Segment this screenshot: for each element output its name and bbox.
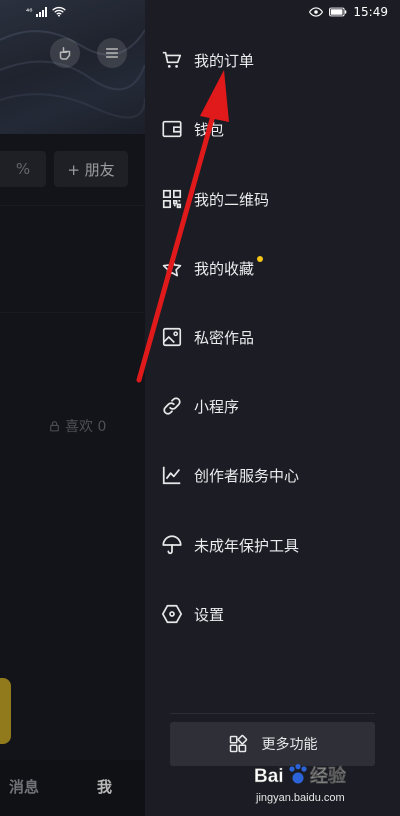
drawer-scrim[interactable] (0, 0, 145, 816)
wifi-icon (52, 6, 66, 17)
watermark-url: jingyan.baidu.com (256, 792, 345, 804)
chart-icon (162, 466, 181, 485)
image-icon (162, 327, 182, 347)
menu-item-private-works[interactable]: 私密作品 (145, 312, 400, 362)
clock: 15:49 (353, 5, 388, 19)
status-left: ⁴⁶ (26, 6, 66, 17)
star-icon (162, 258, 182, 277)
eye-icon (309, 7, 324, 17)
battery-icon (329, 7, 347, 17)
grid-apps-icon (229, 734, 247, 753)
menu-label-settings: 设置 (194, 605, 225, 624)
svg-text:经验: 经验 (310, 765, 347, 787)
menu-label-minor-protection: 未成年保护工具 (194, 536, 300, 555)
menu-label-wallet: 钱包 (194, 120, 225, 139)
side-drawer: 我的订单 钱包 我的二维码 我的收藏 私密作品 小程序 创作者服务中心 未成年保… (145, 0, 400, 816)
umbrella-icon (162, 535, 182, 555)
more-features-label: 更多功能 (261, 737, 318, 753)
status-right: 15:49 (309, 5, 388, 19)
menu-item-orders[interactable]: 我的订单 (145, 35, 400, 85)
cart-icon (162, 51, 182, 68)
baidu-logo: Bai 经验 (254, 764, 347, 787)
qrcode-icon (162, 189, 182, 209)
drawer-divider (170, 713, 375, 714)
hexagon-settings-icon (161, 604, 183, 624)
new-badge-dot (257, 256, 263, 262)
menu-label-private-works: 私密作品 (194, 328, 255, 347)
menu-item-mini-programs[interactable]: 小程序 (145, 381, 400, 431)
profile-page-background: % + 朋友 喜欢 0 消息 我 (0, 0, 145, 816)
menu-label-creator-center: 创作者服务中心 (194, 466, 300, 485)
signal-icon (36, 6, 48, 17)
baidu-jingyan-watermark: Bai 经验 jingyan.baidu.com (252, 760, 392, 810)
menu-item-minor-protection[interactable]: 未成年保护工具 (145, 520, 400, 570)
svg-text:Bai: Bai (254, 766, 284, 787)
menu-item-settings[interactable]: 设置 (145, 589, 400, 639)
menu-item-wallet[interactable]: 钱包 (145, 104, 400, 154)
network-type: ⁴⁶ (26, 7, 33, 16)
link-icon (163, 397, 181, 415)
menu-label-favorites: 我的收藏 (194, 259, 255, 278)
menu-item-favorites[interactable]: 我的收藏 (145, 243, 400, 293)
menu-item-creator-center[interactable]: 创作者服务中心 (145, 450, 400, 500)
menu-label-orders: 我的订单 (194, 51, 255, 70)
menu-label-qrcode: 我的二维码 (194, 190, 270, 209)
wallet-icon (162, 120, 182, 138)
menu-label-mini-programs: 小程序 (194, 397, 240, 416)
menu-item-qrcode[interactable]: 我的二维码 (145, 174, 400, 224)
status-bar: ⁴⁶ 15:49 (0, 0, 400, 26)
